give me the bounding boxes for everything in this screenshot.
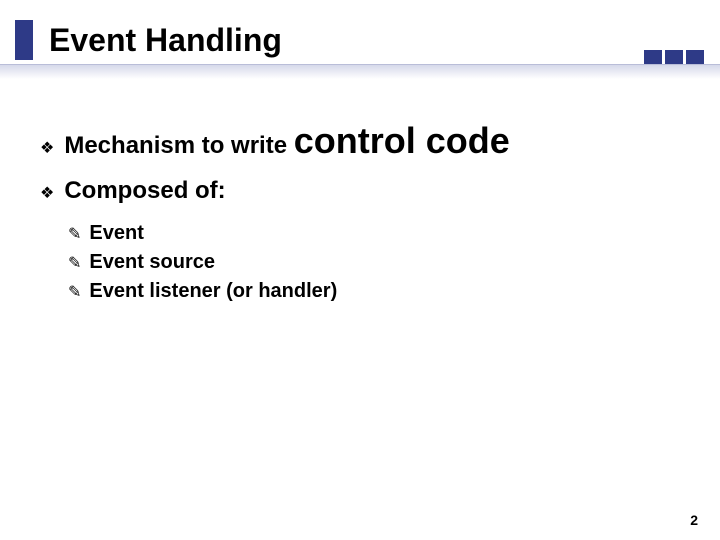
penpoint-icon: ✎ [68,223,81,247]
title-row: Event Handling [0,10,720,70]
subbullet-2: ✎ Event source [68,251,680,276]
subbullet-1-text: Event [89,222,143,245]
diamond-icon: ❖ [40,180,54,208]
title-block-icon [15,20,33,60]
title-underline-icon [0,64,720,79]
slide: Event Handling ❖ Mechanism to write cont… [0,0,720,540]
subbullet-3: ✎ Event listener (or handler) [68,280,680,305]
subbullet-1: ✎ Event [68,222,680,247]
subbullet-3-text: Event listener (or handler) [89,280,337,303]
slide-body: ❖ Mechanism to write control code ❖ Comp… [40,120,680,309]
page-title: Event Handling [49,22,282,59]
bullet-1-emphasis: control code [294,120,510,161]
bullet-1-text: Mechanism to write control code [64,120,509,162]
page-number: 2 [690,512,698,528]
accent-blocks-icon [644,50,704,64]
subbullet-2-text: Event source [89,251,215,274]
bullet-2-text: Composed of: [64,177,225,205]
penpoint-icon: ✎ [68,281,81,305]
bullet-2-prefix: Composed of: [64,177,225,204]
diamond-icon: ❖ [40,135,54,163]
bullet-1: ❖ Mechanism to write control code [40,120,680,163]
subbullet-group: ✎ Event ✎ Event source ✎ Event listener … [68,222,680,305]
penpoint-icon: ✎ [68,252,81,276]
bullet-1-prefix: Mechanism to write [64,132,293,159]
bullet-2: ❖ Composed of: [40,177,680,208]
